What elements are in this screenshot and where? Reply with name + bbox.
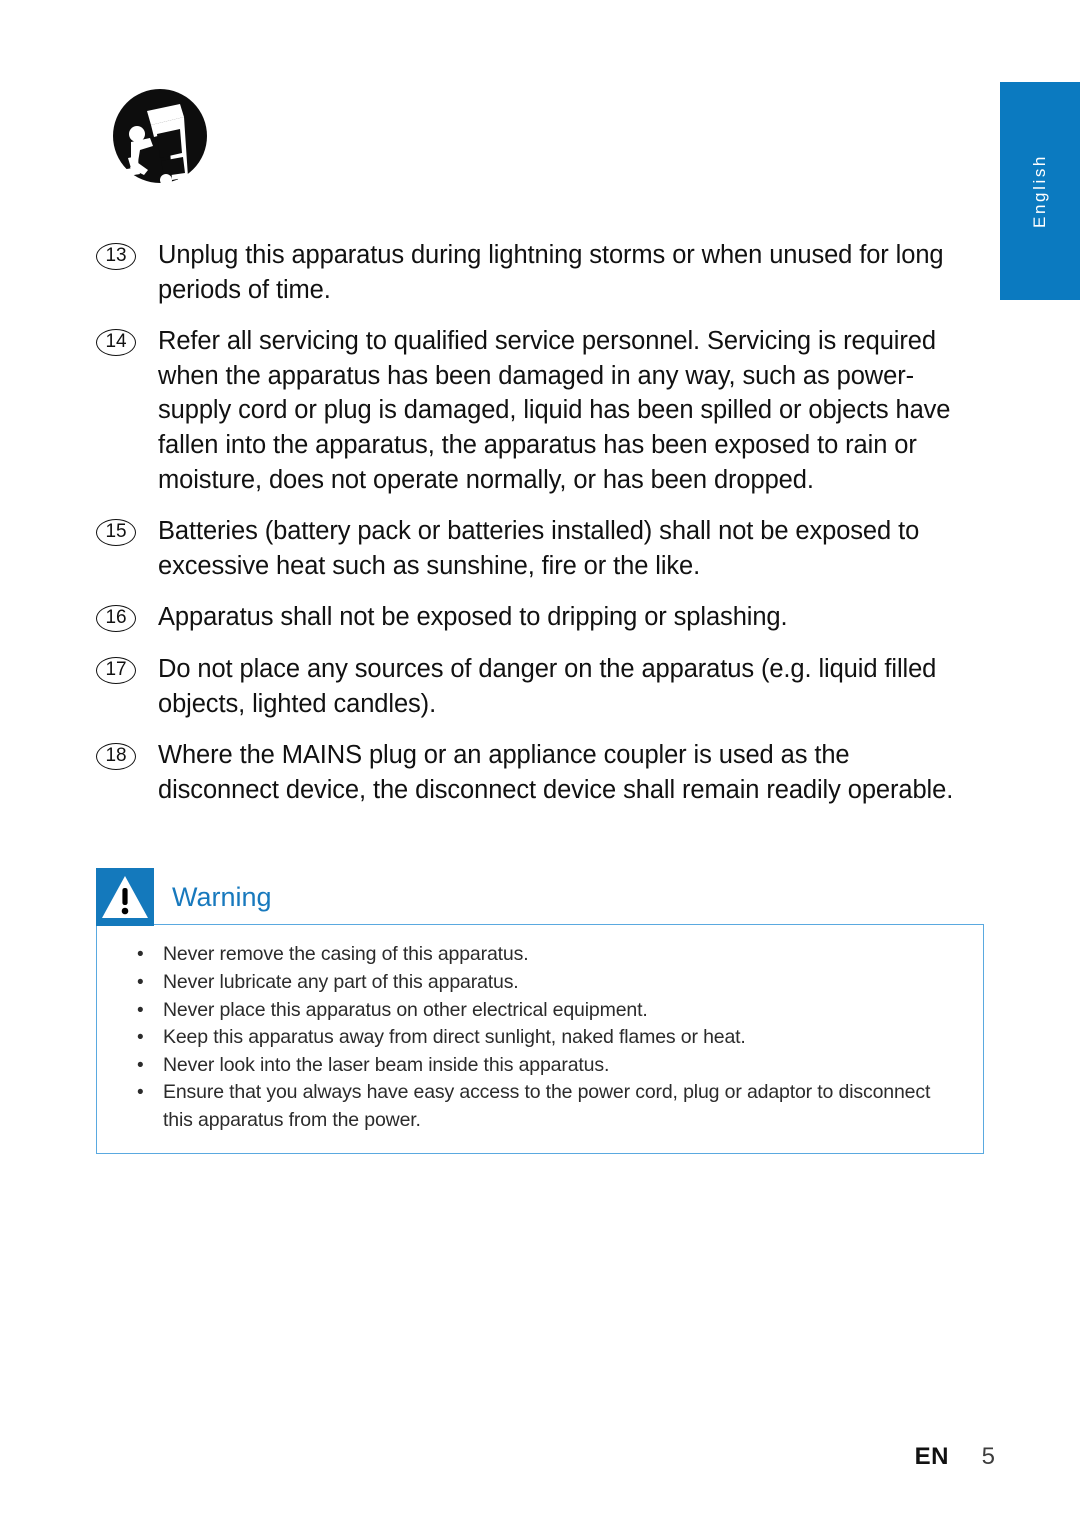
- safety-list-item: 15 Batteries (battery pack or batteries …: [96, 514, 968, 583]
- warning-bullet: Ensure that you always have easy access …: [119, 1079, 963, 1134]
- warning-body: Never remove the casing of this apparatu…: [96, 924, 984, 1154]
- item-text: Unplug this apparatus during lightning s…: [158, 241, 944, 304]
- item-number-badge: 18: [96, 743, 136, 771]
- item-text: Do not place any sources of danger on th…: [158, 654, 937, 718]
- page-footer: EN 5: [0, 1443, 1080, 1483]
- item-text: Apparatus shall not be exposed to drippi…: [158, 603, 788, 632]
- language-tab-label: English: [1030, 154, 1049, 228]
- safety-instruction-list: 13 Unplug this apparatus during lightnin…: [96, 238, 968, 807]
- item-text: Where the MAINS plug or an appliance cou…: [158, 741, 954, 804]
- warning-triangle-icon: [96, 868, 154, 926]
- footer-language-code: EN: [914, 1443, 949, 1470]
- warning-bullet: Never remove the casing of this apparatu…: [119, 941, 963, 969]
- warning-callout: Warning Never remove the casing of this …: [96, 868, 984, 1154]
- footer-page-number: 5: [981, 1443, 995, 1470]
- cart-tipping-warning-symbol: [104, 84, 216, 196]
- warning-bullet: Keep this apparatus away from direct sun…: [119, 1024, 963, 1052]
- safety-list-item: 17 Do not place any sources of danger on…: [96, 652, 968, 721]
- item-text: Refer all servicing to qualified service…: [158, 327, 951, 494]
- item-number-badge: 13: [96, 243, 136, 270]
- warning-title: Warning: [172, 881, 272, 912]
- item-number-badge: 17: [96, 656, 136, 684]
- item-number-badge: 15: [96, 519, 136, 547]
- safety-list-item: 16 Apparatus shall not be exposed to dri…: [96, 600, 968, 635]
- item-number-badge: 14: [96, 329, 136, 357]
- warning-header: Warning: [96, 868, 984, 926]
- warning-bullet: Never lubricate any part of this apparat…: [119, 969, 963, 997]
- safety-list-item: 14 Refer all servicing to qualified serv…: [96, 324, 968, 497]
- safety-list-item: 13 Unplug this apparatus during lightnin…: [96, 238, 968, 307]
- warning-bullet-list: Never remove the casing of this apparatu…: [119, 941, 963, 1134]
- safety-list-item: 18 Where the MAINS plug or an appliance …: [96, 738, 968, 807]
- item-number-badge: 16: [96, 605, 136, 633]
- language-tab: English: [1000, 82, 1080, 300]
- warning-bullet: Never look into the laser beam inside th…: [119, 1052, 963, 1080]
- warning-bullet: Never place this apparatus on other elec…: [119, 997, 963, 1025]
- item-text: Batteries (battery pack or batteries ins…: [158, 517, 920, 580]
